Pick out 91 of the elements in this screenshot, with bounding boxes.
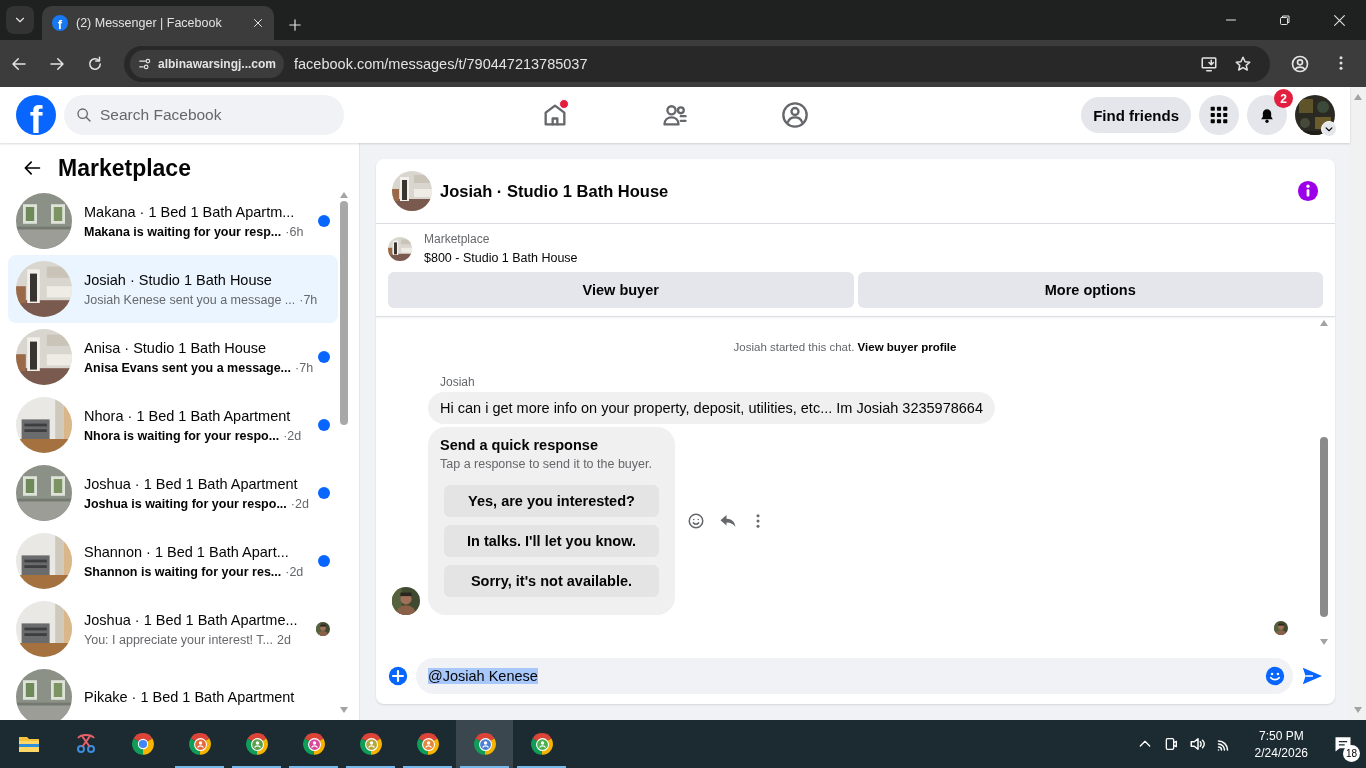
clock[interactable]: 7:50 PM 2/24/2026 <box>1254 728 1308 760</box>
groups-icon <box>781 101 809 129</box>
conversation-title: Anisa · Studio 1 Bath House <box>84 339 268 356</box>
conversation-title: Joshua · 1 Bed 1 Bath Apartme... <box>84 611 299 628</box>
card-subtitle: Tap a response to send it to the buyer. <box>440 457 653 471</box>
tab-search-button[interactable] <box>6 6 34 34</box>
message-time: ·6h <box>285 224 304 239</box>
chat-title: Josiah · Studio 1 Bath House <box>440 181 670 201</box>
search-icon <box>76 107 92 123</box>
send-icon[interactable] <box>1301 665 1323 687</box>
address-field[interactable]: facebook.com/messages/t/790447213785037 <box>294 55 1190 72</box>
restore-icon[interactable] <box>1279 14 1291 26</box>
conversation-item[interactable]: Joshua · 1 Bed 1 Bath Apartment Joshua is waiting for your respo... ·2d <box>8 459 338 527</box>
logo[interactable]: f <box>16 95 56 135</box>
conversation-item[interactable]: Josiah · Studio 1 Bath House Josiah Kenese sent you a message ... ·7h <box>8 255 338 323</box>
back-icon[interactable] <box>22 158 42 178</box>
quick-reply-button[interactable]: In talks. I'll let you know. <box>444 525 659 557</box>
reload-icon[interactable] <box>86 54 104 73</box>
message-time: ·7h <box>295 360 314 375</box>
speaker-icon[interactable] <box>1188 735 1207 753</box>
browser-icon <box>300 731 327 757</box>
action-button[interactable]: View buyer <box>388 272 854 308</box>
add-icon[interactable] <box>388 666 408 686</box>
info-icon[interactable] <box>1297 180 1319 202</box>
grid-icon <box>1209 105 1229 125</box>
quick-reply-button[interactable]: Sorry, it's not available. <box>444 565 659 597</box>
account-icon[interactable] <box>1290 53 1310 74</box>
quick-reply-button[interactable]: Yes, are you interested? <box>444 485 659 517</box>
action-button[interactable]: More options <box>857 272 1323 308</box>
message-time: ·7h <box>299 292 318 307</box>
message-preview: Makana is waiting for your resp... <box>84 224 282 239</box>
conversation-title: Makana · 1 Bed 1 Bath Apartm... <box>84 203 296 220</box>
conversation-title: Pikake · 1 Bed 1 Bath Apartment <box>84 689 296 705</box>
system-message: Josiah started this chat. View buyer profile <box>733 341 957 353</box>
browser-icon <box>357 731 384 757</box>
browser-icon <box>414 731 441 757</box>
message-preview: Nhora is waiting for your respo... <box>84 428 280 443</box>
tune-icon <box>138 56 152 71</box>
card-title: Send a quick response <box>440 437 599 453</box>
close-icon[interactable] <box>252 17 264 29</box>
plus-icon[interactable] <box>288 18 302 32</box>
close-icon[interactable] <box>1332 13 1346 27</box>
message-preview: You: I appreciate your interest! T... <box>84 632 273 647</box>
browser-icon <box>186 731 213 757</box>
conversation-item[interactable]: Shannon · 1 Bed 1 Bath Apart... Shannon is waiting for your res... ·2d <box>8 527 338 595</box>
message-preview: Josiah Kenese sent you a message ... <box>84 292 296 307</box>
chevron-down-icon <box>1321 121 1337 137</box>
conversation-item[interactable]: Joshua · 1 Bed 1 Bath Apartme... You: I appreciate your interest! T... 2d <box>8 595 338 663</box>
install-icon[interactable] <box>1200 54 1218 73</box>
find-friends-button[interactable]: Find friends <box>1081 97 1191 133</box>
scrollbar-thumb[interactable] <box>340 201 348 425</box>
notifications-button[interactable] <box>1247 95 1287 135</box>
scrollbar-thumb[interactable] <box>1320 437 1328 617</box>
message-bubble: Hi can i get more info on your property, deposit, utilities, etc... Im Josiah 3235978664 <box>428 392 995 424</box>
message-preview: Anisa Evans sent you a message... <box>84 360 292 375</box>
notification-count: 18 <box>1343 745 1360 762</box>
emoji-icon[interactable] <box>1265 666 1285 686</box>
search-field[interactable]: Search Facebook <box>64 95 344 135</box>
conversation-item[interactable]: Makana · 1 Bed 1 Bath Apartm... Makana is waiting for your resp... ·6h <box>8 187 338 255</box>
browser-icon <box>129 731 156 757</box>
tab-title: (2) Messenger | Facebook <box>76 16 223 30</box>
browser-icon <box>243 731 270 757</box>
conversation-title: Shannon · 1 Bed 1 Bath Apart... <box>84 543 290 560</box>
conversation-title: Joshua · 1 Bed 1 Bath Apartment <box>84 475 299 492</box>
site-info-chip[interactable]: albinawarsingj...com <box>130 49 285 78</box>
message-preview: Joshua is waiting for your respo... <box>84 496 287 511</box>
message-preview: Shannon is waiting for your res... <box>84 564 282 579</box>
star-icon[interactable] <box>1234 54 1252 73</box>
buyer-profile-link[interactable]: View buyer profile <box>857 341 957 353</box>
sender-name: Josiah <box>440 375 475 389</box>
conversation-title: Josiah · Studio 1 Bath House <box>84 271 273 288</box>
conversation-title: Nhora · 1 Bed 1 Bath Apartment <box>84 407 292 424</box>
smiley-icon[interactable] <box>687 512 705 530</box>
listing-title: $800 - Studio 1 Bath House <box>424 251 578 265</box>
site-icon: f <box>52 15 68 31</box>
message-time: ·2d <box>285 564 304 579</box>
browser-icon <box>528 731 555 757</box>
message-field[interactable]: @Josiah Kenese <box>416 658 1293 694</box>
message-time: ·2d <box>290 496 309 511</box>
notification-badge: 2 <box>1274 89 1293 108</box>
browser-tab[interactable]: f (2) Messenger | Facebook <box>42 6 274 40</box>
taskbar-button[interactable] <box>456 720 513 768</box>
menu-button[interactable] <box>1199 95 1239 135</box>
message-time: 2d <box>277 632 291 647</box>
conversation-item[interactable]: Nhora · 1 Bed 1 Bath Apartment Nhora is waiting for your respo... ·2d <box>8 391 338 459</box>
listing-label: Marketplace <box>424 232 491 246</box>
browser-icon <box>471 731 498 757</box>
sidebar-title: Marketplace <box>58 154 191 182</box>
conversation-item[interactable]: Anisa · Studio 1 Bath House Anisa Evans sent you a message... ·7h <box>8 323 338 391</box>
account-button[interactable] <box>1295 95 1335 135</box>
message-time: ·2d <box>283 428 302 443</box>
